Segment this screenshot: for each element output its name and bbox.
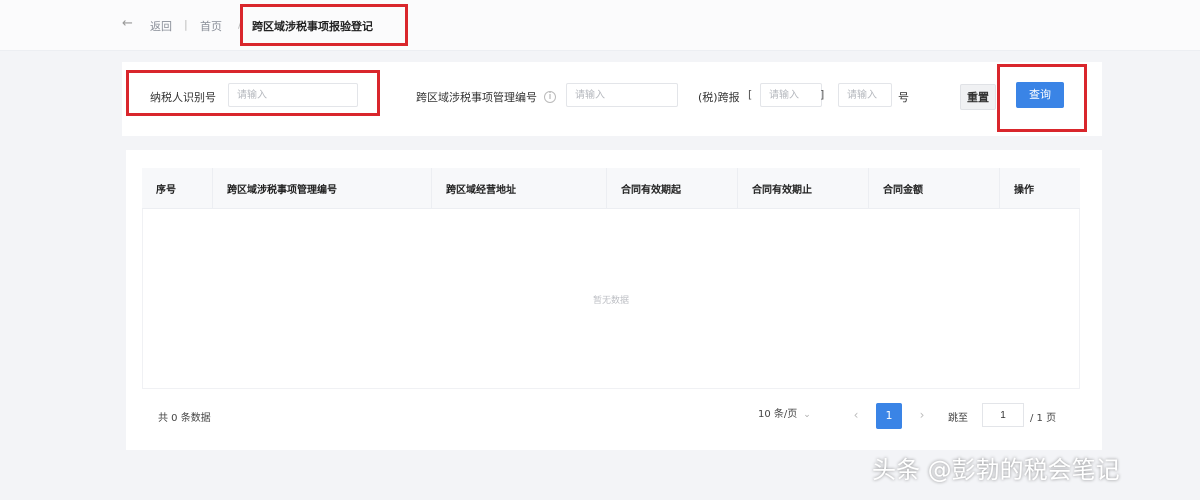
col-header-actions: 操作 — [999, 168, 1080, 209]
taxpayer-id-input[interactable] — [228, 83, 358, 107]
doc-no-suffix: 号 — [898, 91, 909, 104]
watermark-text: 头条 @彭勃的税会笔记 — [872, 456, 1120, 484]
mgmt-no-label: 跨区域涉税事项管理编号 — [416, 91, 537, 104]
page-size-select[interactable]: 10 条/页 ⌄ — [752, 402, 828, 428]
breadcrumb-separator: | — [184, 18, 188, 31]
table-header-row: 序号 跨区域涉税事项管理编号 跨区域经营地址 合同有效期起 合同有效期止 合同金… — [142, 168, 1080, 209]
col-header-index: 序号 — [142, 168, 213, 209]
total-pages: / 1 页 — [1030, 413, 1057, 424]
bracket-open: [ — [748, 88, 753, 101]
col-header-start-date: 合同有效期起 — [606, 168, 738, 209]
col-header-amount: 合同金额 — [868, 168, 1000, 209]
jump-page-input[interactable] — [982, 403, 1024, 427]
table-empty-state: 暂无数据 — [142, 209, 1080, 389]
breadcrumb-bar: ← 返回 | 首页 / 跨区域涉税事项报验登记 — [0, 0, 1200, 51]
doc-no-seq-input[interactable] — [838, 83, 892, 107]
total-count: 共 0 条数据 — [158, 413, 211, 424]
col-header-end-date: 合同有效期止 — [737, 168, 869, 209]
filter-panel: 纳税人识别号 跨区域涉税事项管理编号 i (税)跨报 [ ] 号 重置 查询 — [122, 62, 1102, 136]
doc-no-year-input[interactable] — [760, 83, 822, 107]
back-arrow-icon[interactable]: ← — [122, 16, 133, 31]
page-size-value: 10 条/页 — [758, 409, 798, 420]
breadcrumb-home[interactable]: 首页 — [200, 18, 222, 34]
info-icon[interactable]: i — [544, 91, 556, 103]
query-button[interactable]: 查询 — [1016, 82, 1064, 108]
col-header-address: 跨区域经营地址 — [431, 168, 607, 209]
page-1-button[interactable]: 1 — [876, 403, 902, 429]
col-header-mgmt-no: 跨区域涉税事项管理编号 — [212, 168, 432, 209]
table-panel: 序号 跨区域涉税事项管理编号 跨区域经营地址 合同有效期起 合同有效期止 合同金… — [126, 150, 1102, 450]
empty-text: 暂无数据 — [592, 296, 629, 306]
bracket-close: ] — [820, 88, 825, 101]
prev-page-icon[interactable]: ‹ — [846, 402, 866, 428]
results-table: 序号 跨区域涉税事项管理编号 跨区域经营地址 合同有效期起 合同有效期止 合同金… — [142, 168, 1080, 209]
breadcrumb-separator: / — [238, 18, 242, 31]
breadcrumb-current: 跨区域涉税事项报验登记 — [252, 20, 373, 33]
next-page-icon[interactable]: › — [912, 402, 932, 428]
back-link[interactable]: 返回 — [150, 18, 172, 34]
jump-label: 跳至 — [948, 413, 968, 424]
reset-button[interactable]: 重置 — [960, 84, 996, 110]
mgmt-no-input[interactable] — [566, 83, 678, 107]
doc-no-label: (税)跨报 — [698, 91, 740, 104]
taxpayer-id-label: 纳税人识别号 — [150, 91, 216, 104]
chevron-down-icon: ⌄ — [803, 410, 811, 420]
